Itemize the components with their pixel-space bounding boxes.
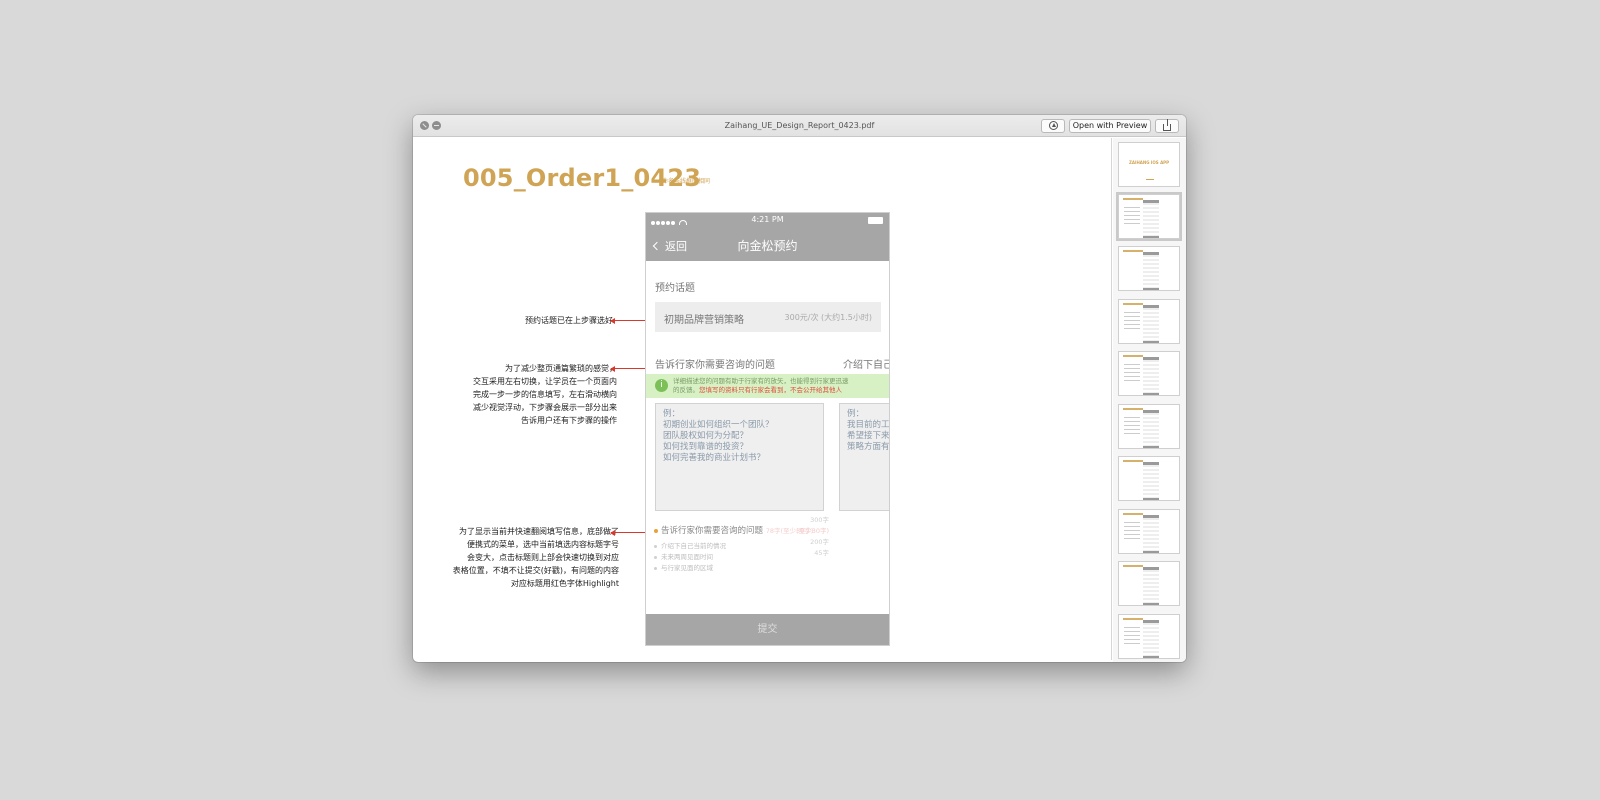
annotation-swipe: 为了减少整页通篇繁琐的感觉， 交互采用左右切换，让学员在一个页面内 完成一步一步… — [473, 362, 617, 427]
annotation-line: 为了显示当前并快速翻阅填写信息，底部做了 — [459, 527, 619, 536]
preview-window: Zaihang_UE_Design_Report_0423.pdf Open w… — [413, 115, 1186, 662]
page-thumbnail[interactable] — [1118, 509, 1180, 554]
page-thumbnail[interactable] — [1118, 351, 1180, 396]
share-button[interactable] — [1155, 119, 1179, 133]
step-item-active[interactable]: 告诉行家你需要咨询的问题 78字(至少30字) — [654, 524, 813, 538]
markup-button[interactable] — [1041, 119, 1065, 133]
battery-icon — [868, 217, 883, 224]
title-bar: Zaihang_UE_Design_Report_0423.pdf Open w… — [413, 115, 1186, 137]
step-item[interactable]: 介绍下自己当前的情况 — [654, 541, 813, 552]
phone-mockup: 4:21 PM 返回 向金松预约 预约话题 初期品牌营销策略 300元/次 (大… — [645, 212, 890, 646]
step-item[interactable]: 未来两周见面时间 — [654, 552, 813, 563]
annotation-line: 交互采用左右切换，让学员在一个页面内 — [473, 377, 617, 386]
page-thumbnail[interactable] — [1118, 456, 1180, 501]
topic-price: 300元/次 (大约1.5小时) — [784, 313, 872, 322]
submit-button[interactable]: 提交 — [646, 614, 889, 645]
thumbnail-sidebar: ZAIHANG IOS APP — [1113, 138, 1186, 662]
annotation-topic: 预约话题已在上步骤选好 — [525, 316, 613, 325]
annotation-line: 为了减少整页通篇繁琐的感觉， — [505, 364, 617, 373]
step-item[interactable]: 与行家见面的区域 — [654, 563, 813, 574]
page-thumbnail[interactable] — [1118, 246, 1180, 291]
section-label: 预约话题 — [655, 283, 695, 294]
annotation-menu: 为了显示当前并快速翻阅填写信息，底部做了 便携式的菜单，选中当前填选内容标题字号… — [453, 525, 619, 590]
step-menu: 告诉行家你需要咨询的问题 78字(至少30字) 介绍下自己当前的情况 未来两周见… — [654, 524, 813, 574]
share-icon — [1163, 119, 1171, 131]
annotation-line: 表格位置，不填不让提交(好戳)，有问题的内容 — [452, 566, 619, 575]
annotation-line: 完成一步一步的信息填写，左右滑动横向 — [473, 390, 617, 399]
annotation-line: 告诉用户还有下步骤的操作 — [521, 416, 617, 425]
tip-banner: i 详细描述您的问题有助于行家有的放矢，也能得到行家更迅速 的反馈。您填写的资料… — [646, 374, 889, 398]
tip-privacy: 您填写的资料只有行家会看到，不会公开给其他人 — [699, 386, 842, 394]
question-textarea[interactable]: 例： 初期创业如何组织一个团队？ 团队股权如何为分配？ 如何找到靠谱的投资？ 如… — [655, 403, 824, 511]
tip-prefix: 的反馈。 — [673, 386, 699, 394]
status-bar: 4:21 PM — [646, 213, 889, 229]
topic-name: 初期品牌营销策略 — [664, 315, 744, 326]
step-label: 告诉行家你需要咨询的问题 — [661, 526, 764, 536]
page-thumbnail-selected[interactable] — [1118, 194, 1180, 239]
annotation-line: 会变大，点击标题则上部会快速切换到对应 — [467, 553, 619, 562]
nav-title: 向金松预约 — [737, 239, 798, 253]
markup-icon — [1048, 121, 1058, 130]
page-thumbnail[interactable] — [1118, 299, 1180, 344]
question-title: 告诉行家你需要咨询的问题 — [655, 360, 775, 371]
next-question-title: 介绍下自己 — [843, 360, 890, 371]
thumbnail-line — [1146, 179, 1154, 180]
open-with-preview-button[interactable]: Open with Preview — [1069, 119, 1151, 133]
title-note: *命名与线框图相同 — [659, 178, 711, 185]
annotation-line: 减少视觉浮动，下步骤会展示一部分出来 — [473, 403, 617, 412]
status-time: 4:21 PM — [751, 215, 784, 224]
topic-card[interactable]: 初期品牌营销策略 300元/次 (大约1.5小时) — [655, 302, 881, 332]
thumbnail-cover-text: ZAIHANG IOS APP — [1128, 160, 1170, 165]
tip-text: 详细描述您的问题有助于行家有的放矢，也能得到行家更迅速 的反馈。您填写的资料只有… — [673, 377, 849, 395]
step-hint: 78字(至少30字) — [765, 527, 814, 535]
annotation-line: 对应标题用红色字体Highlight — [510, 579, 619, 588]
page-thumbnail[interactable]: ZAIHANG IOS APP — [1118, 142, 1180, 187]
intro-textarea[interactable]: 例： 我目前的工 希望接下来 策略方面有 — [839, 403, 889, 511]
document-page[interactable]: 005_Order1_0423 *命名与线框图相同 预约话题已在上步骤选好 为了… — [415, 138, 1112, 660]
page-thumbnail[interactable] — [1118, 614, 1180, 659]
tip-line: 的反馈。您填写的资料只有行家会看到，不会公开给其他人 — [673, 386, 849, 395]
info-icon: i — [655, 379, 668, 392]
page-thumbnail[interactable] — [1118, 561, 1180, 606]
page-thumbnail[interactable] — [1118, 404, 1180, 449]
annotation-line: 便携式的菜单，选中当前填选内容标题字号 — [467, 540, 619, 549]
nav-bar: 返回 向金松预约 — [646, 229, 889, 261]
tip-line: 详细描述您的问题有助于行家有的放矢，也能得到行家更迅速 — [673, 377, 849, 385]
